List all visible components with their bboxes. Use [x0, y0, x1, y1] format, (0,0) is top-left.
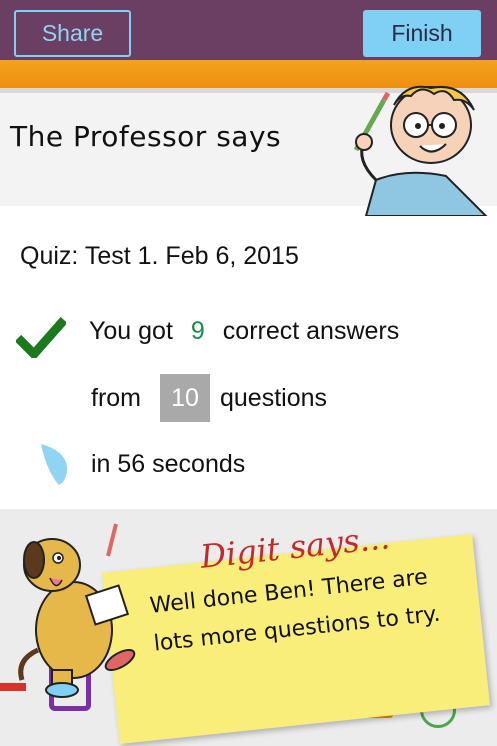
- dog-illustration: [18, 523, 136, 698]
- correct-answers-line: You got 9 correct answers: [89, 317, 399, 346]
- checkmark-icon: [16, 317, 66, 358]
- finish-button[interactable]: Finish: [363, 10, 481, 57]
- questions-label: questions: [220, 384, 328, 412]
- correct-suffix: correct answers: [222, 317, 400, 345]
- quiz-title: Quiz: Test 1. Feb 6, 2015: [20, 242, 299, 270]
- correct-prefix: You got: [89, 317, 173, 345]
- correct-count: 9: [190, 317, 205, 345]
- professor-illustration: [353, 85, 488, 216]
- total-questions-badge: 10: [160, 374, 210, 422]
- professor-title: The Professor says: [10, 120, 282, 153]
- share-button[interactable]: Share: [14, 10, 131, 57]
- from-label: from: [91, 384, 141, 412]
- timer-icon: [41, 444, 68, 485]
- time-taken: in 56 seconds: [91, 450, 246, 478]
